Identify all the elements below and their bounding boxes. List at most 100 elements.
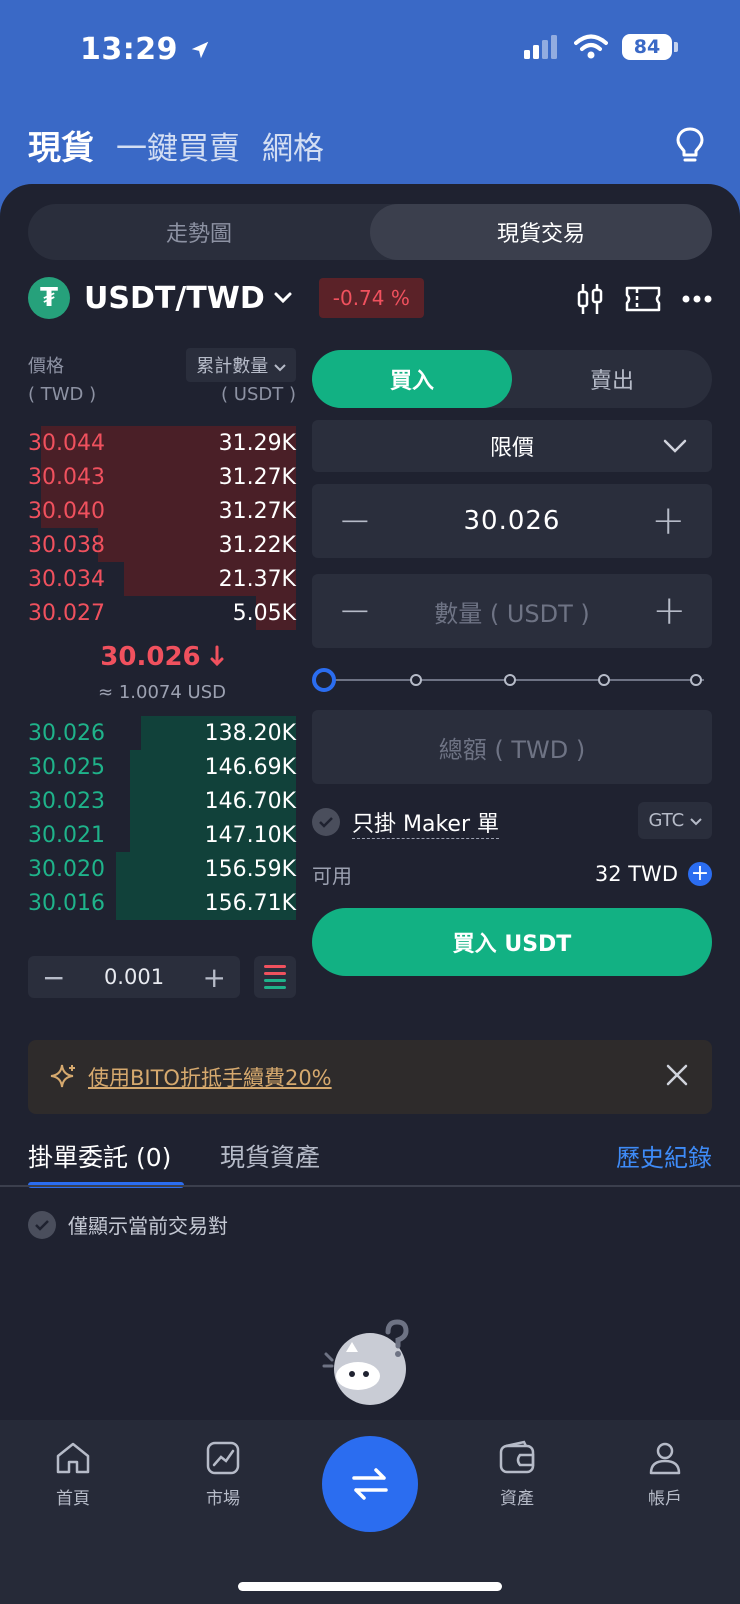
available-value: 32 TWD — [594, 862, 678, 886]
segment-chart[interactable]: 走勢圖 — [28, 204, 370, 260]
price-input[interactable]: − 30.026 + — [312, 484, 712, 558]
nav-home[interactable]: 首頁 — [28, 1440, 118, 1509]
pair-selector[interactable]: USDT/TWD — [84, 281, 265, 316]
wifi-icon — [574, 34, 608, 59]
slider-mark[interactable] — [598, 674, 610, 686]
step-decrease-button[interactable]: − — [42, 961, 65, 994]
depth-view-toggle-icon[interactable] — [254, 956, 296, 998]
order-type-select[interactable]: 限價 — [312, 420, 712, 472]
ask-price: 30.044 — [28, 430, 105, 456]
amount-slider[interactable] — [312, 666, 712, 694]
time-in-force-dropdown[interactable]: GTC — [638, 802, 712, 839]
ask-row[interactable]: 30.043 31.27K — [28, 460, 296, 494]
promo-link[interactable]: 使用BITO折抵手續費20% — [88, 1062, 332, 1092]
coupon-ticket-icon[interactable] — [624, 284, 662, 314]
chevron-down-icon — [663, 439, 687, 453]
check-circle-icon[interactable] — [312, 808, 340, 836]
qty-mode-dropdown[interactable]: 累計數量 — [186, 348, 296, 382]
bid-price: 30.023 — [28, 788, 105, 814]
bid-row[interactable]: 30.023 146.70K — [28, 784, 296, 818]
bid-amount: 147.10K — [204, 822, 296, 848]
step-increase-button[interactable]: + — [203, 961, 226, 994]
history-link[interactable]: 歷史紀錄 — [616, 1138, 712, 1173]
qty-column-label: 累計數量 — [196, 356, 269, 377]
available-balance: 可用 32 TWD + — [312, 856, 712, 892]
divider — [0, 1185, 740, 1187]
nav-market[interactable]: 市場 — [178, 1440, 268, 1509]
nav-assets-label: 資產 — [500, 1489, 534, 1509]
last-price: 30.026 — [28, 642, 296, 672]
tab-spot[interactable]: 現貨 — [28, 121, 94, 169]
pair-header: ₮ USDT/TWD -0.74 % — [28, 276, 712, 320]
tab-buy[interactable]: 買入 — [312, 350, 512, 408]
bid-amount: 156.59K — [204, 856, 296, 882]
candlestick-chart-icon[interactable] — [576, 282, 604, 316]
slider-mark[interactable] — [690, 674, 702, 686]
orderbook-header: 價格 ( TWD ) 累計數量 ( USDT ) — [28, 348, 296, 412]
bid-amount: 146.70K — [204, 788, 296, 814]
user-icon — [649, 1442, 681, 1475]
ask-amount: 31.27K — [218, 464, 296, 490]
price-increase-button[interactable]: + — [651, 498, 686, 544]
order-type-value: 限價 — [489, 436, 534, 461]
ask-row[interactable]: 30.034 21.37K — [28, 562, 296, 596]
bid-row[interactable]: 30.016 156.71K — [28, 886, 296, 920]
quantity-input[interactable]: − 數量 ( USDT ) + — [312, 574, 712, 648]
bid-row[interactable]: 30.026 138.20K — [28, 716, 296, 750]
quantity-placeholder: 數量 ( USDT ) — [434, 599, 590, 628]
ask-row[interactable]: 30.044 31.29K — [28, 426, 296, 460]
available-label: 可用 — [312, 863, 352, 888]
close-icon[interactable] — [664, 1062, 690, 1088]
wallet-icon — [499, 1440, 535, 1474]
price-change-badge: -0.74 % — [318, 278, 424, 318]
segment-spot-trade[interactable]: 現貨交易 — [370, 204, 712, 260]
slider-mark[interactable] — [504, 674, 516, 686]
ask-row[interactable]: 30.040 31.27K — [28, 494, 296, 528]
current-pair-filter[interactable]: 僅顯示當前交易對 — [28, 1210, 228, 1239]
price-decrease-button[interactable]: − — [338, 498, 373, 544]
tab-spot-assets[interactable]: 現貨資產 — [220, 1138, 320, 1174]
orders-tabs: 掛單委託 (0) 現貨資產 歷史紀錄 — [28, 1132, 712, 1192]
quantity-decrease-button[interactable]: − — [338, 588, 372, 634]
deposit-plus-icon[interactable]: + — [688, 862, 712, 886]
total-input[interactable]: 總額 ( TWD ) — [312, 710, 712, 784]
lightbulb-icon[interactable] — [674, 126, 706, 164]
chevron-down-icon[interactable] — [273, 291, 293, 305]
nav-home-label: 首頁 — [56, 1489, 90, 1509]
current-pair-filter-label: 僅顯示當前交易對 — [68, 1214, 228, 1238]
bid-row[interactable]: 30.020 156.59K — [28, 852, 296, 886]
nav-assets[interactable]: 資產 — [472, 1440, 562, 1509]
maker-only-option[interactable]: 只掛 Maker 單 GTC — [312, 800, 712, 844]
last-price-usd: ≈ 1.0074 USD — [98, 682, 226, 703]
slider-handle[interactable] — [312, 668, 336, 692]
chart-icon — [206, 1441, 240, 1475]
bid-row[interactable]: 30.021 147.10K — [28, 818, 296, 852]
nav-account-label: 帳戶 — [648, 1489, 682, 1509]
trade-swap-button[interactable] — [322, 1436, 418, 1532]
check-circle-icon[interactable] — [28, 1210, 56, 1239]
ask-row[interactable]: 30.038 31.22K — [28, 528, 296, 562]
bid-amount: 156.71K — [204, 890, 296, 916]
bid-row[interactable]: 30.025 146.69K — [28, 750, 296, 784]
bid-price: 30.026 — [28, 720, 105, 746]
quantity-increase-button[interactable]: + — [652, 588, 686, 634]
more-options-icon[interactable] — [682, 295, 712, 303]
ask-price: 30.040 — [28, 498, 105, 524]
maker-only-label[interactable]: 只掛 Maker 單 — [352, 806, 499, 839]
slider-mark[interactable] — [410, 674, 422, 686]
ask-row[interactable]: 30.027 5.05K — [28, 596, 296, 630]
nav-account[interactable]: 帳戶 — [620, 1440, 710, 1509]
buy-usdt-button[interactable]: 買入 USDT — [312, 908, 712, 976]
ask-price: 30.038 — [28, 532, 105, 558]
tether-logo-icon: ₮ — [28, 277, 70, 319]
ask-price: 30.043 — [28, 464, 105, 490]
bid-orders: 30.026 138.20K 30.025 146.69K 30.023 146.70… — [28, 716, 296, 920]
arrow-down-icon — [210, 645, 224, 667]
signal-icon — [524, 35, 557, 59]
ask-orders: 30.044 31.29K 30.043 31.27K 30.040 31.27K 3… — [28, 426, 296, 630]
battery-indicator: 84 — [622, 34, 678, 60]
tab-quick-trade[interactable]: 一鍵買賣 — [116, 123, 240, 168]
tab-sell[interactable]: 賣出 — [512, 350, 712, 408]
tab-open-orders[interactable]: 掛單委託 (0) — [28, 1138, 171, 1174]
tab-grid[interactable]: 網格 — [262, 123, 324, 168]
